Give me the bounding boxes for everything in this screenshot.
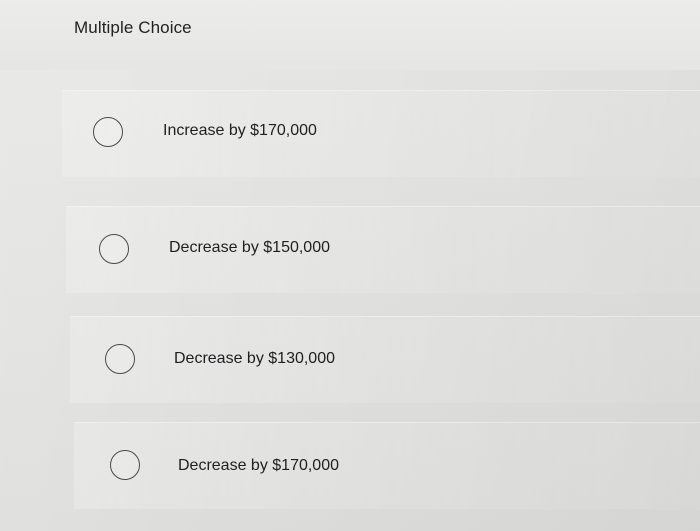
quiz-screen: Multiple Choice Increase by $170,000 Dec… bbox=[0, 0, 700, 531]
radio-button-icon[interactable] bbox=[93, 117, 123, 147]
question-heading: Multiple Choice bbox=[74, 18, 192, 37]
choice-option-1[interactable]: Increase by $170,000 bbox=[62, 90, 700, 177]
choice-option-2[interactable]: Decrease by $150,000 bbox=[66, 206, 700, 293]
radio-button-icon[interactable] bbox=[99, 234, 129, 264]
choice-label: Decrease by $150,000 bbox=[169, 239, 330, 256]
choice-label: Decrease by $130,000 bbox=[174, 350, 335, 367]
choice-label: Increase by $170,000 bbox=[163, 122, 317, 139]
choice-option-3[interactable]: Decrease by $130,000 bbox=[70, 316, 700, 403]
radio-button-icon[interactable] bbox=[110, 450, 140, 480]
choice-option-4[interactable]: Decrease by $170,000 bbox=[74, 422, 700, 509]
choice-label: Decrease by $170,000 bbox=[178, 457, 339, 474]
radio-button-icon[interactable] bbox=[105, 344, 135, 374]
